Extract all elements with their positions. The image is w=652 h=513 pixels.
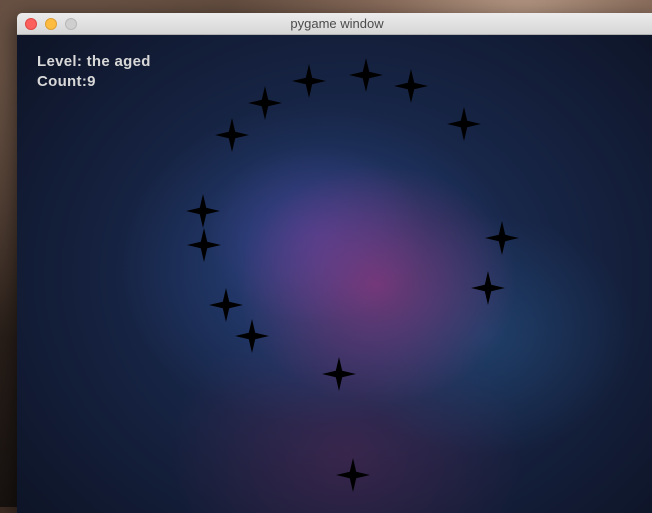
star-icon[interactable] <box>235 319 269 353</box>
game-canvas[interactable]: Level: the aged Count:9 <box>17 35 652 513</box>
star-icon[interactable] <box>485 221 519 255</box>
window-title: pygame window <box>290 16 384 31</box>
star-icon[interactable] <box>322 357 356 391</box>
star-icon[interactable] <box>447 107 481 141</box>
star-icon[interactable] <box>209 288 243 322</box>
star-field <box>186 58 519 492</box>
title-bar[interactable]: pygame window <box>17 13 652 35</box>
pygame-window: pygame window Level: the aged Count:9 <box>17 13 652 513</box>
star-icon[interactable] <box>349 58 383 92</box>
star-icon[interactable] <box>292 64 326 98</box>
star-icon[interactable] <box>471 271 505 305</box>
star-icon[interactable] <box>215 118 249 152</box>
star-icon[interactable] <box>394 69 428 103</box>
star-icon[interactable] <box>187 228 221 262</box>
star-icon[interactable] <box>336 458 370 492</box>
star-icon[interactable] <box>248 86 282 120</box>
star-icon[interactable] <box>186 194 220 228</box>
